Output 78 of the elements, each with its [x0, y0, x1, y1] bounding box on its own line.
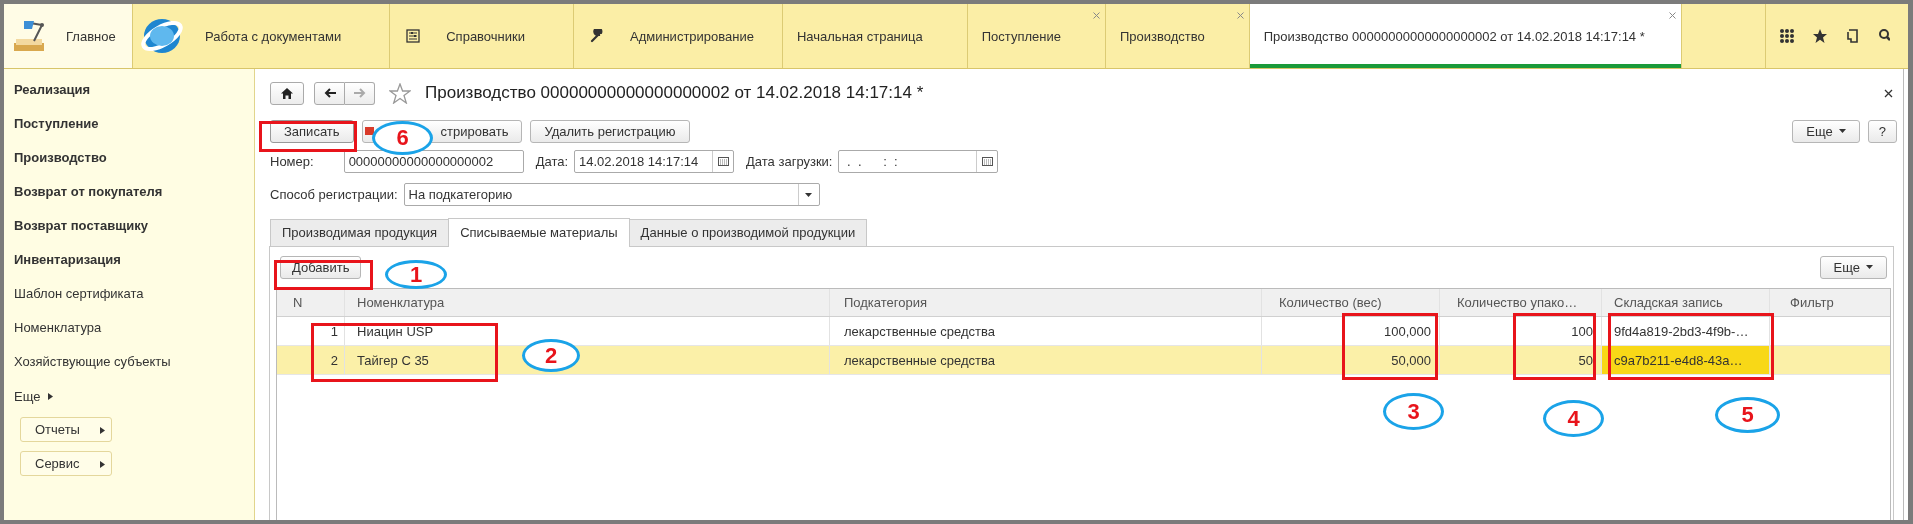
- sidebar-item[interactable]: Инвентаризация: [14, 243, 121, 277]
- table-cell: 2: [277, 346, 345, 374]
- date-field[interactable]: 14.02.2018 14:17:14: [574, 150, 735, 173]
- sidebar-item[interactable]: Реализация: [14, 73, 91, 107]
- table-cell: c9a7b211-e4d8-43a…: [1602, 346, 1770, 374]
- back-button[interactable]: [314, 81, 345, 105]
- close-icon: [1884, 88, 1893, 98]
- window-tab[interactable]: Производство: [1105, 4, 1250, 68]
- home-button[interactable]: [270, 81, 304, 105]
- tab[interactable]: Производимая продукция: [270, 219, 450, 246]
- close-icon: [1092, 12, 1100, 19]
- sidebar-item[interactable]: Шаблон сертификата: [14, 277, 144, 311]
- table-cell: 100: [1440, 317, 1602, 345]
- caret-icon: [100, 460, 105, 468]
- column-header[interactable]: Номенклатура: [345, 289, 830, 316]
- sidebar-item[interactable]: Производство: [14, 141, 107, 175]
- window-tab[interactable]: Производство 00000000000000000002 от 14.02.2018 14:17:14 *: [1249, 4, 1682, 68]
- caret-down-icon: [1866, 265, 1873, 269]
- window-tab[interactable]: Начальная страница: [782, 4, 968, 68]
- help-button[interactable]: ?: [1867, 119, 1897, 143]
- date-field[interactable]: . . : :: [838, 150, 999, 173]
- table-cell: 1: [277, 317, 345, 345]
- close-icon: [1668, 12, 1676, 19]
- document-icon: [1846, 28, 1860, 44]
- star-icon: [1812, 28, 1828, 44]
- column-header[interactable]: Количество (вес): [1262, 289, 1440, 316]
- more-button[interactable]: Еще: [1792, 119, 1860, 143]
- sidebar-button[interactable]: Отчеты: [20, 417, 112, 442]
- add-button[interactable]: Добавить: [280, 255, 362, 279]
- column-header[interactable]: Количество упако…: [1440, 289, 1602, 316]
- table-cell: лекарственные средства: [830, 317, 1262, 345]
- window-tab[interactable]: Поступление: [967, 4, 1106, 68]
- wrench-icon: [590, 29, 604, 43]
- register-icon: [364, 126, 375, 136]
- table-cell: 100,000: [1262, 317, 1440, 345]
- forward-arrow-icon: [353, 88, 366, 98]
- table-cell: 50,000: [1262, 346, 1440, 374]
- toolbar-button[interactable]: Удалить регистрацию: [530, 119, 690, 143]
- back-arrow-icon: [323, 88, 336, 98]
- calendar-icon: [717, 157, 729, 166]
- column-header[interactable]: Подкатегория: [830, 289, 1262, 316]
- section-tab[interactable]: Работа с документами: [133, 4, 391, 68]
- section-tab[interactable]: Администрирование: [574, 4, 783, 68]
- tab[interactable]: Списываемые материалы: [448, 218, 630, 247]
- caret-down-icon: [1838, 129, 1846, 133]
- column-header[interactable]: Фильтр: [1770, 289, 1879, 316]
- section-tab[interactable]: Справочники: [390, 4, 574, 68]
- list-settings-icon: [406, 29, 421, 43]
- caret-icon: [48, 393, 54, 400]
- form-title: Производство 00000000000000000002 от 14.02.2018 14:17:14 *: [425, 83, 924, 103]
- field-label: Дата:: [535, 154, 569, 169]
- sidebar-item[interactable]: Хозяйствующие субъекты: [14, 345, 171, 379]
- field-label: Номер:: [270, 154, 314, 169]
- caret-icon: [100, 426, 105, 434]
- dropdown-field[interactable]: На подкатегорию: [403, 183, 820, 206]
- field-label: Дата загрузки:: [746, 154, 833, 169]
- close-icon: [1236, 12, 1244, 19]
- globe-logo-icon: [139, 16, 185, 56]
- sidebar-item[interactable]: Возврат от покупателя: [14, 175, 163, 209]
- table-cell: лекарственные средства: [830, 346, 1262, 374]
- home-icon: [281, 87, 293, 99]
- field-label: Способ регистрации:: [270, 187, 398, 202]
- column-header[interactable]: N: [277, 289, 345, 316]
- apps-grid-icon: [1780, 29, 1794, 43]
- table-cell: 9fd4a819-2bd3-4f9b-…: [1602, 317, 1770, 345]
- section-tab[interactable]: Главное: [4, 4, 133, 68]
- sidebar-item[interactable]: Номенклатура: [14, 311, 102, 345]
- more-button[interactable]: Еще: [1819, 255, 1887, 279]
- sidebar-item[interactable]: Поступление: [14, 107, 99, 141]
- calendar-icon: [982, 157, 993, 166]
- column-header[interactable]: Складская запись: [1602, 289, 1770, 316]
- sidebar-button[interactable]: Сервис: [20, 451, 112, 476]
- number-field[interactable]: 00000000000000000002: [343, 150, 524, 173]
- star-outline-icon: [389, 82, 411, 104]
- more-link[interactable]: Еще: [14, 379, 54, 413]
- sidebar-item[interactable]: Возврат поставщику: [14, 209, 148, 243]
- caret-down-icon: [805, 192, 813, 197]
- tab[interactable]: Данные о производимой продукции: [628, 219, 868, 246]
